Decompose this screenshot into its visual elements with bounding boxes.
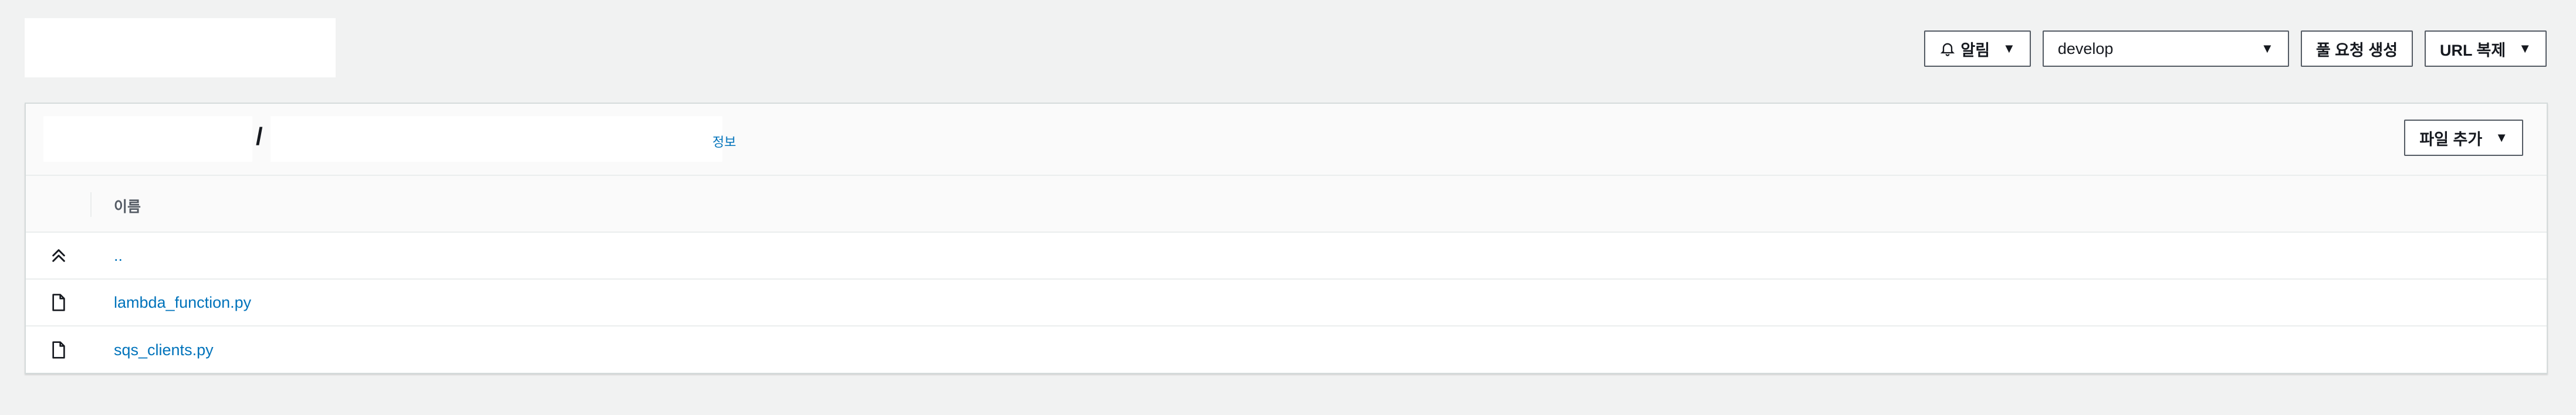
file-link[interactable]: .. xyxy=(114,247,123,265)
table-row[interactable]: .. xyxy=(26,233,2547,280)
breadcrumb-repo-placeholder xyxy=(43,116,252,162)
caret-down-icon: ▼ xyxy=(2003,41,2016,56)
file-browser-panel: / 정보 파일 추가 ▼ 이름 .. lambda_function.py sq… xyxy=(25,103,2548,374)
repo-toolbar: 알림 ▼ develop ▼ 풀 요청 생성 URL 복제 ▼ xyxy=(1924,30,2547,67)
parent-directory-icon xyxy=(48,245,69,266)
breadcrumb-path-placeholder xyxy=(271,116,722,162)
column-header-name[interactable]: 이름 xyxy=(114,195,141,216)
branch-select[interactable]: develop ▼ xyxy=(2042,30,2289,67)
panel-header: / 정보 파일 추가 ▼ xyxy=(26,104,2547,176)
file-icon xyxy=(48,339,69,360)
table-row[interactable]: lambda_function.py xyxy=(26,280,2547,326)
add-file-label: 파일 추가 xyxy=(2419,130,2483,148)
table-header: 이름 xyxy=(26,176,2547,233)
caret-down-icon: ▼ xyxy=(2495,130,2508,145)
bell-icon xyxy=(1939,40,1956,57)
table-row[interactable]: sqs_clients.py xyxy=(26,326,2547,373)
caret-down-icon: ▼ xyxy=(2261,41,2274,56)
create-pull-request-button[interactable]: 풀 요청 생성 xyxy=(2300,30,2413,67)
branch-select-value: develop xyxy=(2057,39,2114,57)
file-icon xyxy=(48,292,69,313)
notify-button[interactable]: 알림 ▼ xyxy=(1924,30,2031,67)
breadcrumb-separator: / xyxy=(256,123,263,150)
file-link[interactable]: lambda_function.py xyxy=(114,294,251,312)
caret-down-icon: ▼ xyxy=(2518,41,2531,56)
clone-url-label: URL 복제 xyxy=(2440,41,2506,59)
clone-url-button[interactable]: URL 복제 ▼ xyxy=(2425,30,2547,67)
notify-button-label: 알림 xyxy=(1960,41,1990,59)
info-link[interactable]: 정보 xyxy=(712,132,736,151)
repository-title-placeholder xyxy=(25,18,336,77)
create-pull-request-label: 풀 요청 생성 xyxy=(2315,41,2398,59)
add-file-button[interactable]: 파일 추가 ▼ xyxy=(2404,120,2523,156)
file-link[interactable]: sqs_clients.py xyxy=(114,341,214,359)
column-divider xyxy=(90,192,92,217)
